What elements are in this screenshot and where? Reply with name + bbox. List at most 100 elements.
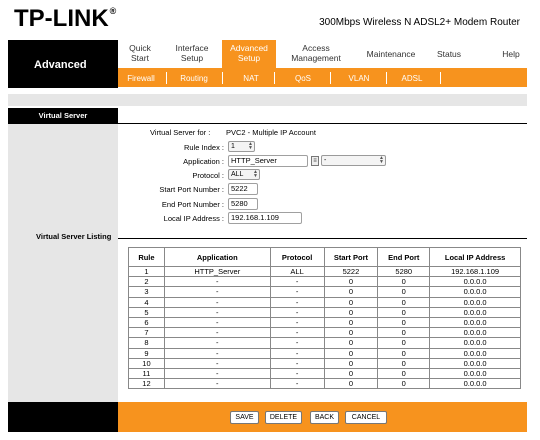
tab-quick-start[interactable]: Quick Start	[120, 43, 160, 63]
subtab-divider	[386, 72, 387, 84]
table-cell: 0	[377, 306, 431, 318]
back-button[interactable]: BACK	[310, 411, 339, 424]
start-port-input[interactable]: 5222	[228, 183, 258, 195]
table-cell: -	[269, 347, 325, 359]
subtab-adsl[interactable]: ADSL	[396, 74, 428, 83]
end-port-label: End Port Number :	[161, 200, 224, 209]
table-cell: ALL	[269, 265, 325, 278]
table-cell: 0.0.0.0	[429, 306, 521, 318]
table-cell: 0	[323, 357, 379, 369]
col-rule: Rule	[128, 247, 165, 267]
list-picker-icon[interactable]: ≡	[311, 156, 319, 166]
logo-text: TP-LINK	[14, 5, 109, 32]
table-cell: -	[269, 337, 325, 349]
virtual-server-table: Rule Application Protocol Start Port End…	[128, 247, 521, 390]
table-cell: -	[269, 276, 325, 288]
spin-arrows-icon: ▲ ▼	[253, 169, 258, 179]
table-cell: -	[269, 306, 325, 318]
header: TP-LINK® 300Mbps Wireless N ADSL2+ Modem…	[0, 0, 540, 40]
table-cell: 12	[128, 378, 165, 390]
model-name: 300Mbps Wireless N ADSL2+ Modem Router	[319, 17, 520, 28]
table-cell: 0	[377, 327, 431, 339]
subtab-vlan[interactable]: VLAN	[342, 74, 376, 83]
subtab-qos[interactable]: QoS	[288, 74, 318, 83]
table-cell: 0	[323, 296, 379, 308]
table-cell: 0	[377, 316, 431, 329]
table-cell: 0	[377, 367, 431, 380]
table-cell: 0	[377, 357, 431, 369]
protocol-value: ALL	[231, 171, 244, 178]
application-label: Application :	[183, 157, 224, 166]
sub-tabs: Firewall Routing NAT QoS VLAN ADSL	[118, 68, 527, 87]
table-cell: -	[163, 296, 271, 308]
local-ip-input[interactable]: 192.168.1.109	[228, 212, 302, 224]
virtual-server-for-value: PVC2 - Multiple IP Account	[226, 128, 316, 137]
tab-interface-setup[interactable]: Interface Setup	[168, 43, 216, 63]
start-port-label: Start Port Number :	[159, 185, 224, 194]
delete-button[interactable]: DELETE	[265, 411, 302, 424]
table-cell: -	[269, 378, 325, 390]
table-cell: -	[163, 276, 271, 288]
table-cell: HTTP_Server	[163, 265, 271, 278]
rule-index-select[interactable]: 1 ▲ ▼	[228, 141, 255, 152]
left-column	[8, 110, 118, 402]
table-cell: 0	[377, 347, 431, 359]
table-cell: 0	[323, 316, 379, 329]
table-header-row: Rule Application Protocol Start Port End…	[128, 247, 521, 267]
col-application: Application	[163, 247, 271, 267]
nav-section-title: Advanced	[8, 40, 118, 88]
application-select-value: -	[324, 157, 327, 164]
tab-access-management[interactable]: Access Management	[280, 43, 352, 63]
subtab-nat[interactable]: NAT	[236, 74, 266, 83]
protocol-select[interactable]: ALL ▲ ▼	[228, 169, 260, 180]
col-local-ip: Local IP Address	[429, 247, 521, 267]
spin-arrows-icon: ▲ ▼	[379, 155, 384, 165]
table-row: 10- -0 0 0.0.0.0	[128, 357, 521, 369]
top-grey-band	[8, 94, 527, 106]
table-cell: 0.0.0.0	[429, 378, 521, 390]
main-nav: Advanced Quick Start Interface Setup Adv…	[0, 40, 540, 90]
table-cell: -	[163, 327, 271, 339]
subtab-divider	[330, 72, 331, 84]
subtab-divider	[166, 72, 167, 84]
tab-status[interactable]: Status	[430, 49, 468, 59]
table-row: 7- -0 0 0.0.0.0	[128, 327, 521, 339]
end-port-input[interactable]: 5280	[228, 198, 258, 210]
table-cell: 6	[128, 316, 165, 329]
save-button[interactable]: SAVE	[230, 411, 259, 424]
table-cell: -	[163, 306, 271, 318]
cancel-button[interactable]: CANCEL	[345, 411, 387, 424]
section-label: Advanced	[34, 59, 87, 71]
subtab-routing[interactable]: Routing	[174, 74, 214, 83]
table-cell: 10	[128, 357, 165, 369]
rule-index-label: Rule Index :	[183, 143, 224, 152]
application-input[interactable]: HTTP_Server	[228, 155, 308, 167]
subtab-firewall[interactable]: Firewall	[122, 74, 160, 83]
top-tabs: Quick Start Interface Setup Advanced Set…	[118, 40, 527, 68]
table-cell: 0.0.0.0	[429, 296, 521, 308]
table-cell: 0	[323, 286, 379, 298]
bottom-left-block	[8, 402, 118, 432]
tab-help[interactable]: Help	[498, 49, 524, 59]
table-cell: 7	[128, 327, 165, 339]
table-cell: 0	[323, 306, 379, 318]
table-cell: 192.168.1.109	[429, 265, 521, 278]
table-cell: -	[163, 337, 271, 349]
application-select[interactable]: - ▲ ▼	[321, 155, 386, 166]
spin-arrows-icon: ▲ ▼	[248, 141, 253, 151]
table-cell: 8	[128, 337, 165, 349]
table-cell: 5280	[377, 265, 431, 278]
table-cell: 0.0.0.0	[429, 327, 521, 339]
table-cell: 5222	[323, 265, 379, 278]
tp-link-logo: TP-LINK®	[14, 5, 116, 33]
col-start-port: Start Port	[323, 247, 379, 267]
table-cell: 0.0.0.0	[429, 276, 521, 288]
tab-maintenance[interactable]: Maintenance	[362, 49, 420, 59]
table-cell: 1	[128, 265, 165, 278]
table-cell: 9	[128, 347, 165, 359]
table-cell: -	[269, 296, 325, 308]
tab-advanced-setup[interactable]: Advanced Setup	[222, 40, 276, 68]
table-cell: 0.0.0.0	[429, 316, 521, 329]
table-row: 11- -0 0 0.0.0.0	[128, 367, 521, 380]
table-cell: 0.0.0.0	[429, 347, 521, 359]
